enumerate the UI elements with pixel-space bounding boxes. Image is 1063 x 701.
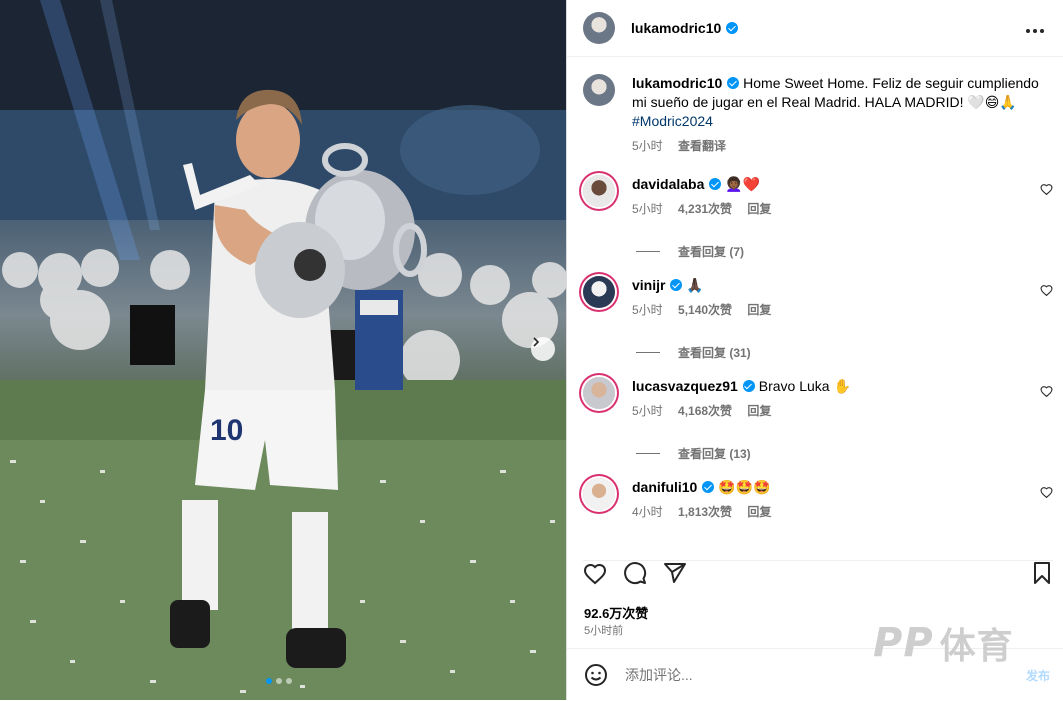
view-replies-label: 查看回复 (31): [678, 346, 751, 360]
post-header: lukamodric10: [567, 0, 1063, 57]
comment-button[interactable]: [623, 561, 647, 590]
comment-text: 👩🏾‍🦱❤️: [725, 176, 761, 192]
carousel-dots: [266, 678, 292, 684]
like-comment-button[interactable]: [1040, 182, 1053, 200]
like-comment-button[interactable]: [1040, 283, 1053, 301]
author-avatar[interactable]: [583, 12, 615, 44]
svg-text:10: 10: [210, 414, 243, 447]
comment-avatar[interactable]: [583, 478, 615, 510]
view-replies-label: 查看回复 (7): [678, 245, 745, 259]
comment-username[interactable]: danifuli10: [632, 479, 697, 495]
comment-likes[interactable]: 4,168次赞: [678, 404, 732, 418]
reply-button[interactable]: 回复: [747, 303, 771, 317]
like-comment-button[interactable]: [1040, 384, 1053, 402]
verified-badge-icon: [702, 481, 715, 493]
comment-likes[interactable]: 5,140次赞: [678, 303, 732, 317]
save-button[interactable]: [1031, 561, 1053, 590]
carousel-dot: [276, 678, 282, 684]
emoji-picker-button[interactable]: [584, 663, 608, 692]
caption-username[interactable]: lukamodric10: [632, 75, 722, 91]
heart-icon: [1040, 487, 1053, 499]
comment-time: 5小时: [632, 303, 663, 317]
photo-illustration: 10: [0, 0, 566, 700]
chevron-right-icon: [533, 337, 540, 347]
emoji-smile-icon: [585, 664, 607, 686]
comment-avatar[interactable]: [583, 377, 615, 409]
paper-plane-icon: [664, 563, 686, 583]
carousel-dot: [286, 678, 292, 684]
translate-link[interactable]: 查看翻译: [678, 139, 726, 153]
next-photo-button[interactable]: [531, 337, 555, 361]
heart-icon: [1040, 285, 1053, 297]
post-caption: lukamodric10 Home Sweet Home. Feliz de s…: [583, 74, 1053, 156]
caption-time: 5小时: [632, 139, 663, 153]
bookmark-icon: [1034, 562, 1050, 584]
verified-badge-icon: [726, 22, 739, 34]
likes-count[interactable]: 92.6万次赞: [584, 603, 648, 622]
verified-badge-icon: [709, 178, 722, 190]
view-replies-button[interactable]: 查看回复 (31): [636, 344, 1053, 361]
like-comment-button[interactable]: [1040, 485, 1053, 503]
heart-icon: [1040, 184, 1053, 196]
comment-likes[interactable]: 1,813次赞: [678, 505, 732, 519]
heart-icon: [583, 563, 607, 585]
post-photo[interactable]: 10: [0, 0, 566, 700]
comment-item: lucasvazquez91 Bravo Luka ✋ 5小时 4,168次赞 …: [583, 377, 1053, 462]
watermark-logo: PP 体育: [873, 617, 1014, 669]
reply-button[interactable]: 回复: [747, 505, 771, 519]
post-comment-button[interactable]: 发布: [1026, 667, 1050, 684]
share-button[interactable]: [663, 561, 687, 590]
caption-avatar[interactable]: [583, 74, 615, 106]
comment-time: 5小时: [632, 404, 663, 418]
post-actions-bar: [583, 560, 1053, 591]
comment-time: 4小时: [632, 505, 663, 519]
comment-avatar[interactable]: [583, 175, 615, 207]
view-replies-label: 查看回复 (13): [678, 447, 751, 461]
comment-username[interactable]: lucasvazquez91: [632, 378, 738, 394]
comment-username[interactable]: davidalaba: [632, 176, 704, 192]
comment-text: Bravo Luka ✋: [758, 378, 851, 394]
comment-text: 🙏🏿: [686, 277, 704, 293]
comment-likes[interactable]: 4,231次赞: [678, 202, 732, 216]
comment-username[interactable]: vinijr: [632, 277, 665, 293]
reply-button[interactable]: 回复: [747, 404, 771, 418]
heart-icon: [1040, 386, 1053, 398]
comment-time: 5小时: [632, 202, 663, 216]
author-username[interactable]: lukamodric10: [631, 20, 721, 36]
carousel-dot-active: [266, 678, 272, 684]
comment-item: danifuli10 🤩🤩🤩 4小时 1,813次赞 回复: [583, 478, 1053, 522]
comment-text: 🤩🤩🤩: [718, 479, 771, 495]
view-replies-button[interactable]: 查看回复 (13): [636, 445, 1053, 462]
more-options-button[interactable]: [1025, 18, 1045, 39]
more-horizontal-icon: [1026, 29, 1044, 33]
view-replies-button[interactable]: 查看回复 (7): [636, 243, 1053, 260]
reply-button[interactable]: 回复: [747, 202, 771, 216]
post-time: 5小时前: [584, 625, 624, 637]
comment-item: vinijr 🙏🏿 5小时 5,140次赞 回复 查看回复 (31): [583, 276, 1053, 361]
comment-item: davidalaba 👩🏾‍🦱❤️ 5小时 4,231次赞 回复 查看回复 (7…: [583, 175, 1053, 260]
post-details-panel: lukamodric10 lukamodric10 Home Sweet Hom…: [566, 0, 1063, 700]
caption-hashtag[interactable]: #Modric2024: [632, 113, 713, 129]
watermark-text: 体育: [939, 625, 1014, 666]
comment-avatar[interactable]: [583, 276, 615, 308]
like-button[interactable]: [583, 561, 607, 590]
watermark-pp: PP: [873, 620, 934, 666]
verified-badge-icon: [742, 380, 755, 392]
comment-bubble-icon: [624, 562, 647, 585]
verified-badge-icon: [670, 279, 683, 291]
verified-badge-icon: [727, 77, 740, 89]
